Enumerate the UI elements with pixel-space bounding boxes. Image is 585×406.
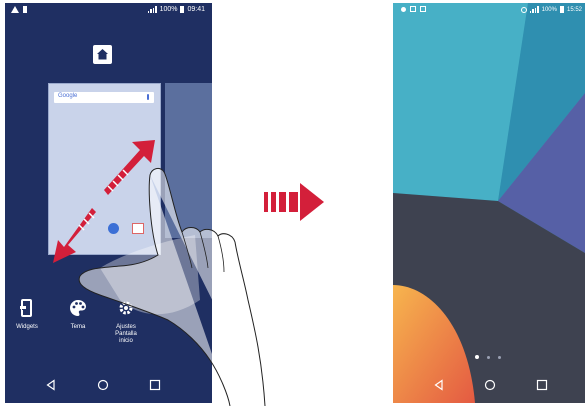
phone-left-screen: 100% 09:41 Google Widgets Tema Ajustes P… xyxy=(5,3,212,403)
home-screen-button[interactable] xyxy=(93,45,112,64)
page-dot-active[interactable] xyxy=(475,355,479,359)
google-logo: Google xyxy=(58,93,78,99)
home-edit-options: Widgets Tema Ajustes Pantalla inicio xyxy=(5,299,212,349)
mic-icon xyxy=(147,94,149,100)
widgets-label: Widgets xyxy=(16,324,38,330)
page-dot[interactable] xyxy=(498,355,501,359)
back-icon[interactable] xyxy=(45,379,57,391)
recents-icon[interactable] xyxy=(149,379,161,391)
home-page-card[interactable]: Google xyxy=(48,83,161,255)
theme-label: Tema xyxy=(70,324,86,330)
signal-icon xyxy=(147,6,157,13)
home-wallpaper xyxy=(393,3,585,403)
palette-icon xyxy=(70,300,86,316)
sim-icon xyxy=(23,6,27,13)
transition-arrow-icon xyxy=(264,183,324,221)
battery-icon xyxy=(180,6,185,13)
home-icon xyxy=(97,49,108,60)
app-icon xyxy=(132,223,144,234)
widgets-icon xyxy=(20,299,32,317)
home-settings-option[interactable]: Ajustes Pantalla inicio xyxy=(104,299,148,345)
battery-percent: 100% xyxy=(541,6,557,13)
home-nav-icon[interactable] xyxy=(97,379,109,391)
signal-icon xyxy=(529,6,539,13)
navigation-bar xyxy=(5,373,212,399)
theme-option[interactable]: Tema xyxy=(56,299,100,331)
warning-icon xyxy=(11,6,19,13)
battery-percent: 100% xyxy=(159,6,178,13)
recents-icon[interactable] xyxy=(536,379,548,391)
status-bar: 100% 15:52 xyxy=(393,3,585,17)
next-home-page-card[interactable] xyxy=(165,83,212,238)
google-search-bar[interactable]: Google xyxy=(54,92,154,103)
status-time: 09:41 xyxy=(187,6,205,13)
page-dot[interactable] xyxy=(487,355,490,359)
battery-icon xyxy=(559,6,564,13)
screenshot-icon xyxy=(410,6,416,12)
navigation-bar xyxy=(393,373,585,399)
phone-right-screen: 100% 15:52 xyxy=(393,3,585,403)
widgets-option[interactable]: Widgets xyxy=(5,299,49,331)
status-time: 15:52 xyxy=(566,6,582,13)
phone-icon xyxy=(420,6,426,12)
status-bar: 100% 09:41 xyxy=(5,3,212,18)
back-icon[interactable] xyxy=(433,379,445,391)
notification-icon xyxy=(401,6,406,12)
home-nav-icon[interactable] xyxy=(484,379,496,391)
sync-icon xyxy=(520,6,527,13)
settings-icon xyxy=(119,301,133,315)
app-icon xyxy=(108,223,119,234)
page-indicator xyxy=(475,355,501,359)
home-settings-label: Ajustes Pantalla inicio xyxy=(115,324,137,344)
